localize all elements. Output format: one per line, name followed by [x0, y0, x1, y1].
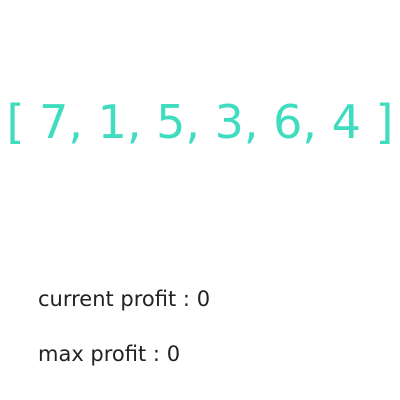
- current-profit-value: 0: [196, 287, 211, 311]
- max-profit-row: max profit : 0: [38, 340, 180, 368]
- max-profit-label: max profit: [38, 342, 147, 366]
- max-profit-separator: :: [146, 342, 167, 366]
- price-array: [ 7, 1, 5, 3, 6, 4 ]: [6, 95, 394, 149]
- current-profit-label: current profit: [38, 287, 177, 311]
- current-profit-separator: :: [176, 287, 197, 311]
- diagram-canvas: [ 7, 1, 5, 3, 6, 4 ] current profit : 0 …: [0, 0, 400, 400]
- max-profit-value: 0: [166, 342, 181, 366]
- current-profit-row: current profit : 0: [38, 285, 210, 313]
